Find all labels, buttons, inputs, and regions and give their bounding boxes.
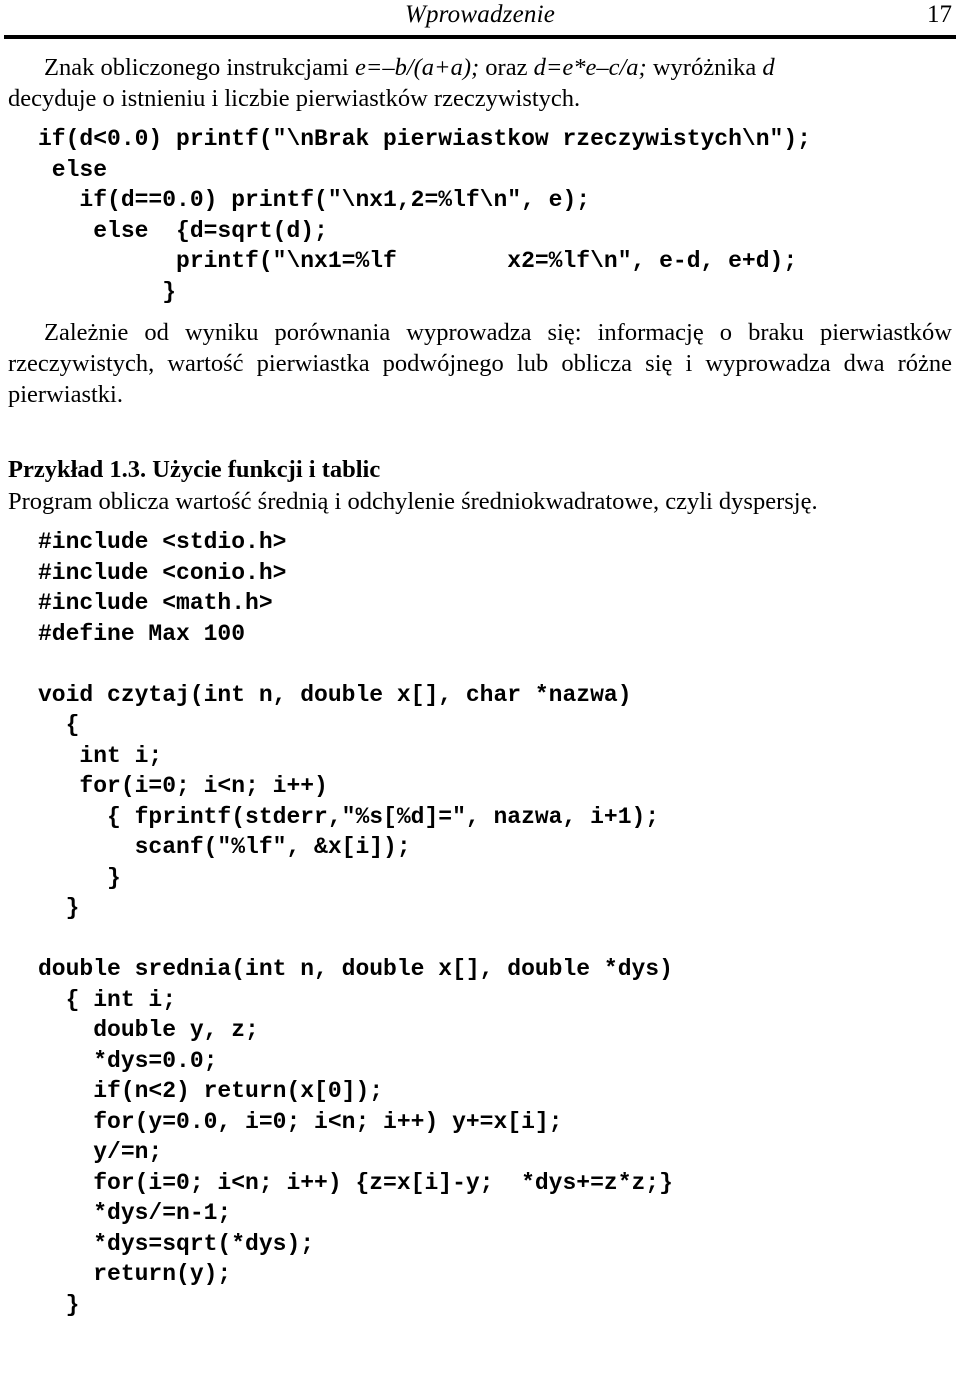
example-heading: Przykład 1.3. Użycie funkcji i tablic <box>8 456 381 483</box>
intro-paragraph-line2: decyduje o istnieniu i liczbie pierwiast… <box>8 85 581 112</box>
code-block-mean-dispersion: #include <stdio.h> #include <conio.h> #i… <box>38 529 673 1318</box>
intro-tail-variable: d <box>762 54 775 81</box>
running-header: Wprowadzenie 17 <box>8 2 952 32</box>
code-block-quadratic-roots: if(d<0.0) printf("\nBrak pierwiastkow rz… <box>38 126 811 305</box>
header-rule <box>4 35 956 39</box>
formula-e: e=–b/(a+a); <box>354 54 480 81</box>
header-title: Wprowadzenie <box>404 1 556 28</box>
intro-lead: Znak obliczonego instrukcjami <box>44 54 355 81</box>
example-description: Program oblicza wartość średnią i odchyl… <box>8 488 818 515</box>
intro-middle: oraz <box>479 54 534 81</box>
intro-tail: wyróżnika <box>646 54 763 81</box>
formula-d: d=e*e–c/a; <box>533 54 647 81</box>
intro-paragraph: Znak obliczonego instrukcjami e=–b/(a+a)… <box>8 52 952 83</box>
explanation-paragraph: Zależnie od wyniku porównania wyprowadza… <box>8 319 952 408</box>
page-body: Znak obliczonego instrukcjami e=–b/(a+a)… <box>8 52 952 1320</box>
document-page: Wprowadzenie 17 Znak obliczonego instruk… <box>0 0 960 1373</box>
page-number: 17 <box>927 1 952 28</box>
